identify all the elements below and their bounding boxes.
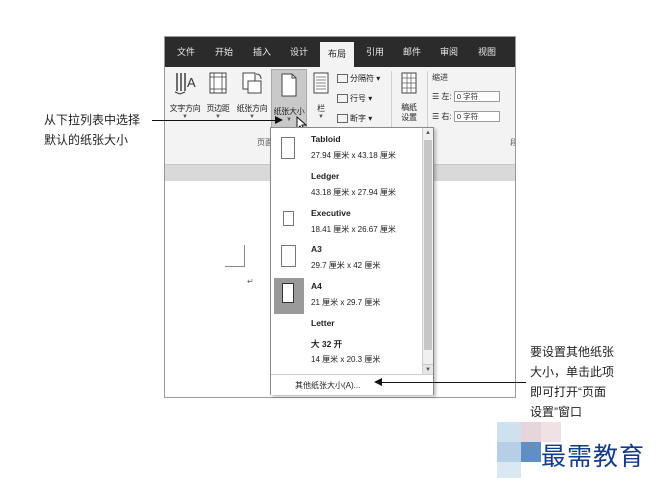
ribbon-tab-bar: 文件 开始 插入 设计 布局 引用 邮件 审阅 视图 — [165, 37, 515, 67]
paper-icon — [283, 211, 294, 226]
orientation-label: 纸张方向 — [236, 104, 268, 113]
text-direction-label: 文字方向 — [169, 104, 201, 113]
paper-size-item-a3[interactable]: A3 29.7 厘米 x 42 厘米 — [271, 241, 423, 277]
paper-size-list: Tabloid 27.94 厘米 x 43.18 厘米 Ledger 43.18… — [271, 128, 423, 374]
paper-size-item-ledger[interactable]: Ledger 43.18 厘米 x 27.94 厘米 — [271, 168, 423, 204]
svg-text:A: A — [187, 75, 196, 90]
paper-icon — [281, 245, 296, 267]
paper-icon — [281, 137, 295, 159]
group-label-paragraph: 段 — [510, 137, 515, 148]
paper-size-item-32k[interactable]: 大 32 开 14 厘米 x 20.3 厘米 — [271, 335, 423, 371]
line-numbers-icon — [337, 94, 348, 104]
arrow-line-left — [152, 120, 275, 121]
columns-icon — [313, 72, 329, 94]
tab-insert[interactable]: 插入 — [249, 37, 275, 67]
tab-layout[interactable]: 布局 — [320, 42, 354, 67]
indent-title: 缩进 — [432, 73, 448, 82]
tab-file[interactable]: 文件 — [173, 37, 199, 67]
indent-right-icon: ☰ — [432, 112, 440, 121]
tab-review[interactable]: 审阅 — [436, 37, 462, 67]
indent-left-icon: ☰ — [432, 92, 440, 101]
columns-button[interactable]: 栏 ▼ — [311, 71, 331, 131]
paper-size-item-tabloid[interactable]: Tabloid 27.94 厘米 x 43.18 厘米 — [271, 131, 423, 167]
more-paper-sizes-item[interactable]: 其他纸张大小(A)... — [271, 374, 433, 395]
arrow-line-right — [382, 382, 526, 383]
tab-references[interactable]: 引用 — [362, 37, 388, 67]
text-direction-button[interactable]: A 文字方向 ▼ — [169, 71, 201, 131]
indent-left-row: ☰ 左: 0 字符 — [432, 91, 500, 103]
scroll-thumb[interactable] — [424, 140, 432, 350]
annotation-left: 从下拉列表中选择 默认的纸张大小 — [44, 113, 141, 147]
manuscript-settings-button[interactable]: 稿纸 设置 — [395, 71, 423, 131]
manuscript-label-2: 设置 — [401, 113, 417, 122]
margins-button[interactable]: 页边距 ▼ — [203, 71, 233, 131]
margins-label: 页边距 — [206, 104, 230, 113]
chevron-down-icon: ▼ — [318, 114, 324, 120]
paragraph-mark-icon: ↵ — [247, 277, 254, 286]
group-divider — [391, 71, 392, 133]
manuscript-icon — [401, 72, 417, 94]
margin-corner-mark — [225, 245, 245, 267]
arrow-right-icon — [275, 116, 283, 124]
paper-size-dropdown: Tabloid 27.94 厘米 x 43.18 厘米 Ledger 43.18… — [270, 127, 434, 395]
brand-watermark: 最需教育 — [497, 418, 664, 484]
orientation-button[interactable]: 纸张方向 ▼ — [235, 71, 269, 131]
paper-icon — [282, 283, 294, 303]
scroll-up-icon[interactable]: ▲ — [423, 128, 433, 138]
breaks-button[interactable]: 分隔符 ▾ — [337, 73, 380, 84]
indent-right-row: ☰ 右: 0 字符 — [432, 111, 500, 123]
tab-mailings[interactable]: 邮件 — [399, 37, 425, 67]
columns-label: 栏 — [317, 104, 325, 113]
margins-icon — [209, 72, 227, 94]
manuscript-label-1: 稿纸 — [401, 103, 417, 112]
brand-name: 最需教育 — [541, 442, 646, 471]
hyphenation-button[interactable]: 断字 ▾ — [337, 113, 372, 124]
paper-size-item-executive[interactable]: Executive 18.41 厘米 x 26.67 厘米 — [271, 205, 423, 241]
paper-size-icon — [281, 73, 297, 97]
line-numbers-button[interactable]: 行号 ▾ — [337, 93, 372, 104]
indent-left-input[interactable]: 0 字符 — [453, 91, 500, 103]
group-divider — [427, 71, 428, 133]
tab-home[interactable]: 开始 — [211, 37, 237, 67]
text-direction-icon: A — [174, 73, 196, 95]
paper-size-item-a4-selected[interactable]: A4 21 厘米 x 29.7 厘米 — [271, 278, 423, 314]
indent-right-input[interactable]: 0 字符 — [453, 111, 500, 123]
annotation-right: 要设置其他纸张 大小，单击此项 即可打开“页面 设置”窗口 — [530, 345, 615, 419]
arrow-left-icon — [374, 378, 382, 386]
dropdown-scrollbar[interactable]: ▲ ▼ — [422, 128, 433, 374]
scroll-down-icon[interactable]: ▼ — [423, 364, 433, 374]
tab-view[interactable]: 视图 — [474, 37, 500, 67]
hyphenation-icon — [337, 114, 348, 124]
breaks-icon — [337, 74, 348, 84]
tab-design[interactable]: 设计 — [286, 37, 312, 67]
orientation-icon — [242, 72, 262, 94]
